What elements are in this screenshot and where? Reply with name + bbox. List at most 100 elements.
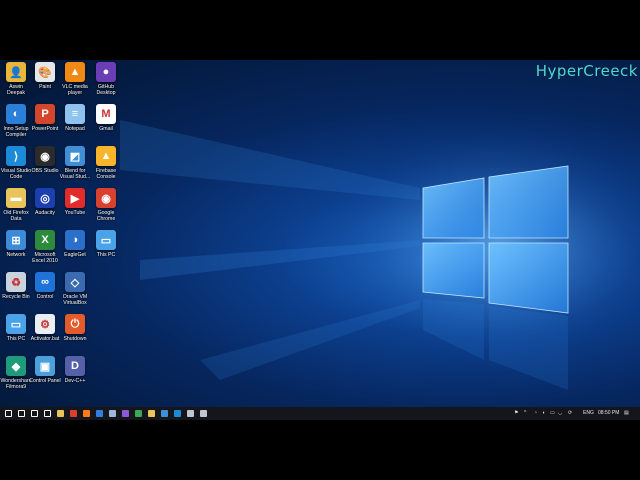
desktop-icon-label: Activator.bat <box>30 336 60 342</box>
desktop-icon-vlc[interactable]: ▲ VLC media player <box>59 62 91 96</box>
sync-icon[interactable]: ⟳ <box>568 410 572 416</box>
eagleget-icon: ◑ <box>65 230 85 250</box>
desktop-icon-this-pc[interactable]: ▭ This PC <box>90 230 122 258</box>
desktop-icon-label: EagleGet <box>64 252 86 258</box>
desktop-icon-user-folder[interactable]: 👤 Aswin Deepak <box>0 62 32 96</box>
desktop-icon-label: YouTube <box>64 210 86 216</box>
desktop-icon-network[interactable]: ⊞ Network <box>0 230 32 258</box>
notepad-icon: ≡ <box>65 104 85 124</box>
search-icon[interactable] <box>18 410 25 417</box>
vscode-taskbar-icon[interactable] <box>174 410 181 417</box>
desktop-icon-blend[interactable]: ◩ Blend for Visual Stud... <box>59 146 91 180</box>
vscode-icon: ⟩ <box>6 146 26 166</box>
youtube-icon: ▶ <box>65 188 85 208</box>
desktop-icon-excel[interactable]: X Microsoft Excel 2010 <box>29 230 61 264</box>
blend-taskbar-icon[interactable] <box>161 410 168 417</box>
desktop-icon-notepad[interactable]: ≡ Notepad <box>59 104 91 132</box>
start-icon[interactable] <box>5 410 12 417</box>
desktop-icon-label: Microsoft Excel 2010 <box>32 252 58 264</box>
clock[interactable]: 08:50 PM <box>598 410 619 416</box>
desktop-icon-this-pc-2[interactable]: ▭ This PC <box>0 314 32 342</box>
paint-icon: 🎨 <box>35 62 55 82</box>
language-indicator[interactable]: ENG <box>583 410 594 416</box>
desktop-icon-label: Control <box>36 294 54 300</box>
wifi-icon[interactable]: ◡ <box>558 410 562 416</box>
desktop: HyperCreeck 👤 Aswin Deepak 🎨 Paint ▲ VLC medi… <box>0 60 640 420</box>
desktop-icon-inno-setup[interactable]: ◐ Inno Setup Compiler <box>0 104 32 138</box>
firebase-icon: ▲ <box>96 146 116 166</box>
visual-studio-taskbar-icon[interactable] <box>122 410 129 417</box>
task-view-icon[interactable] <box>44 410 51 417</box>
obs-taskbar-icon[interactable] <box>200 410 207 417</box>
desktop-icon-batch-file[interactable]: ⚙ Activator.bat <box>29 314 61 342</box>
powerpoint-icon: P <box>35 104 55 124</box>
desktop-icon-label: Google Chrome <box>96 210 116 222</box>
control-panel-icon: ▣ <box>35 356 55 376</box>
desktop-icon-powerpoint[interactable]: P PowerPoint <box>29 104 61 132</box>
desktop-icon-label: Inno Setup Compiler <box>3 126 29 138</box>
cortana-icon[interactable] <box>31 410 38 417</box>
recycle-bin-icon: ♻ <box>6 272 26 292</box>
desktop-icon-label: PowerPoint <box>31 126 59 132</box>
desktop-icon-control[interactable]: ∞ Control <box>29 272 61 300</box>
audacity-icon: ◎ <box>35 188 55 208</box>
desktop-icon-control-panel[interactable]: ▣ Control Panel <box>29 356 61 384</box>
shutdown-icon: ⏻ <box>65 314 85 334</box>
battery-icon[interactable]: ▭ <box>550 410 555 416</box>
settings-taskbar-icon[interactable] <box>109 410 116 417</box>
network-tray-icon[interactable]: ◔ <box>534 410 537 416</box>
desktop-icon-label: Blend for Visual Stud... <box>59 168 91 180</box>
app-taskbar-icon[interactable] <box>135 410 142 417</box>
chrome-taskbar-icon[interactable] <box>70 410 77 417</box>
github-icon: ● <box>96 62 116 82</box>
blend-icon: ◩ <box>65 146 85 166</box>
network-icon: ⊞ <box>6 230 26 250</box>
desktop-icon-audacity[interactable]: ◎ Audacity <box>29 188 61 216</box>
desktop-icon-github[interactable]: ● GitHub Desktop <box>90 62 122 96</box>
virtualbox-icon: ◇ <box>65 272 85 292</box>
desktop-icon-label: Control Panel <box>29 378 61 384</box>
desktop-icon-paint[interactable]: 🎨 Paint <box>29 62 61 90</box>
chevron-up-icon[interactable]: ^ <box>524 410 526 416</box>
file-explorer-icon[interactable] <box>57 410 64 417</box>
desktop-icon-label: Oracle VM VirtualBox <box>62 294 88 306</box>
desktop-icon-label: Dev-C++ <box>64 378 86 384</box>
desktop-icon-label: Aswin Deepak <box>7 84 25 96</box>
desktop-icon-label: Paint <box>39 84 51 90</box>
desktop-icon-recycle-bin[interactable]: ♻ Recycle Bin <box>0 272 32 300</box>
people-icon[interactable]: ⚑ <box>514 410 518 416</box>
desktop-icon-youtube[interactable]: ▶ YouTube <box>59 188 91 216</box>
desktop-icon-label: VLC media player <box>62 84 88 96</box>
firefox-dev-taskbar-icon[interactable] <box>96 410 103 417</box>
filmora-icon: ◆ <box>6 356 26 376</box>
desktop-icon-virtualbox[interactable]: ◇ Oracle VM VirtualBox <box>59 272 91 306</box>
desktop-icon-vscode[interactable]: ⟩ Visual Studio Code <box>0 146 32 180</box>
desktop-icon-filmora[interactable]: ◆ Wondershare Filmora9 <box>0 356 32 390</box>
desktop-icon-label: GitHub Desktop <box>96 84 116 96</box>
desktop-icon-label: Recycle Bin <box>2 294 30 300</box>
batch-file-icon: ⚙ <box>35 314 55 334</box>
desktop-icon-gmail[interactable]: M Gmail <box>90 104 122 132</box>
desktop-icon-eagleget[interactable]: ◑ EagleGet <box>59 230 91 258</box>
volume-icon[interactable]: ◖ <box>542 410 545 416</box>
desktop-icon-folder[interactable]: ▬ Old Firefox Data <box>0 188 32 222</box>
desktop-icon-chrome[interactable]: ◉ Google Chrome <box>90 188 122 222</box>
desktop-icon-label: Shutdown <box>63 336 87 342</box>
desktop-icon-firebase[interactable]: ▲ Firebase Console <box>90 146 122 180</box>
desktop-icon-label: Gmail <box>99 126 113 132</box>
desktop-icon-shutdown[interactable]: ⏻ Shutdown <box>59 314 91 342</box>
desktop-icon-devcpp[interactable]: D Dev-C++ <box>59 356 91 384</box>
folder-taskbar-icon[interactable] <box>148 410 155 417</box>
excel-icon: X <box>35 230 55 250</box>
notification-icon[interactable]: ▤ <box>624 410 629 416</box>
desktop-icon-obs[interactable]: ◉ OBS Studio <box>29 146 61 174</box>
devcpp-icon: D <box>65 356 85 376</box>
desktop-icon-label: Firebase Console <box>95 168 117 180</box>
desktop-icon-label: Network <box>6 252 26 258</box>
obs-icon: ◉ <box>35 146 55 166</box>
this-pc-icon: ▭ <box>96 230 116 250</box>
desktop-icon-label: Old Firefox Data <box>3 210 29 222</box>
this-pc-2-icon: ▭ <box>6 314 26 334</box>
mail-taskbar-icon[interactable] <box>187 410 194 417</box>
firefox-taskbar-icon[interactable] <box>83 410 90 417</box>
